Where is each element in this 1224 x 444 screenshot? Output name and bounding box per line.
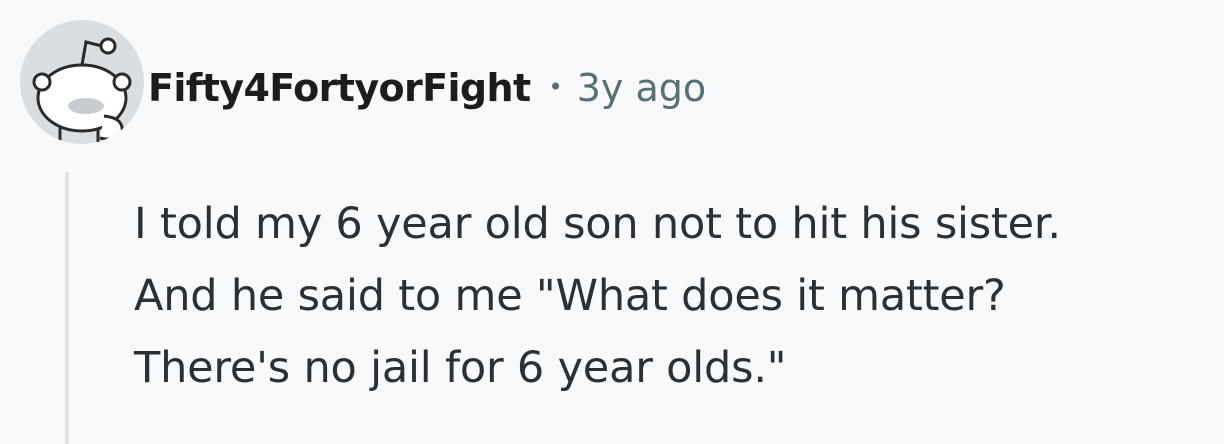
avatar[interactable] bbox=[20, 20, 144, 144]
comment-meta: Fifty4FortyorFight • 3y ago bbox=[148, 58, 706, 118]
comment: Fifty4FortyorFight • 3y ago I told my 6 … bbox=[0, 0, 1224, 444]
username-link[interactable]: Fifty4FortyorFight bbox=[148, 66, 531, 110]
meta-separator: • bbox=[548, 73, 563, 101]
comment-body: I told my 6 year old son not to hit his … bbox=[134, 188, 1214, 404]
timestamp[interactable]: 3y ago bbox=[577, 66, 706, 110]
reddit-snoo-default-avatar-icon bbox=[32, 37, 132, 144]
comment-body-line: There's no jail for 6 year olds." bbox=[134, 343, 787, 393]
comment-body-line: I told my 6 year old son not to hit his … bbox=[134, 199, 1061, 249]
comment-body-line: And he said to me "What does it matter? bbox=[134, 271, 1006, 321]
thread-line[interactable] bbox=[65, 172, 69, 444]
